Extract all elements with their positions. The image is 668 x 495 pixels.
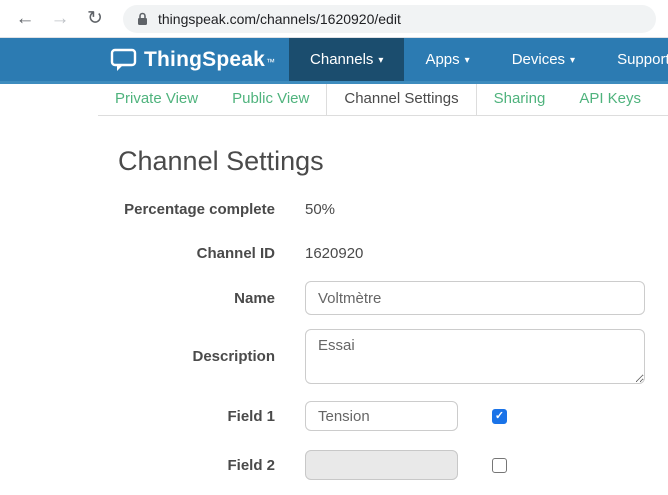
nav-item-label: Channels	[310, 51, 373, 68]
brand-name: ThingSpeak	[144, 48, 265, 72]
channel-tabs: Private View Public View Channel Setting…	[98, 84, 668, 116]
percentage-complete-label: Percentage complete	[0, 201, 275, 218]
name-input[interactable]	[305, 281, 645, 315]
back-icon[interactable]: ←	[12, 9, 38, 28]
percentage-complete-value: 50%	[305, 201, 335, 218]
speech-bubble-icon	[110, 47, 137, 73]
nav-item-channels[interactable]: Channels ▾	[289, 38, 404, 81]
nav-item-label: Support	[617, 51, 668, 68]
channel-settings-form: Percentage complete 50% Channel ID 16209…	[0, 201, 668, 480]
chevron-down-icon: ▾	[465, 55, 470, 66]
url-text: thingspeak.com/channels/1620920/edit	[158, 11, 401, 27]
thingspeak-navbar: ThingSpeak™ Channels ▾ Apps ▾ Devices ▾ …	[0, 38, 668, 84]
field1-input[interactable]	[305, 401, 458, 431]
percentage-complete-row: Percentage complete 50%	[0, 201, 668, 218]
chevron-down-icon: ▾	[570, 55, 575, 66]
tab-channel-settings[interactable]: Channel Settings	[326, 84, 476, 116]
channel-id-value: 1620920	[305, 245, 363, 262]
tab-data-import-export[interactable]: Data Import / Export	[658, 84, 668, 115]
page-title: Channel Settings	[118, 146, 668, 177]
browser-toolbar: ← → ↻ thingspeak.com/channels/1620920/ed…	[0, 0, 668, 38]
field2-input	[305, 450, 458, 480]
tab-public-view[interactable]: Public View	[215, 84, 326, 115]
nav-item-apps[interactable]: Apps ▾	[404, 38, 490, 81]
checkmark-icon: ✓	[495, 411, 504, 422]
trademark-symbol: ™	[266, 57, 275, 67]
lock-icon	[137, 12, 148, 26]
field1-enable-checkbox[interactable]: ✓	[492, 409, 507, 424]
field2-enable-checkbox[interactable]	[492, 458, 507, 473]
description-textarea[interactable]: Essai	[305, 329, 645, 384]
channel-id-row: Channel ID 1620920	[0, 245, 668, 262]
field1-label: Field 1	[0, 408, 275, 425]
thingspeak-logo[interactable]: ThingSpeak™	[110, 38, 275, 81]
nav-item-support[interactable]: Support ▾	[596, 38, 668, 81]
name-label: Name	[0, 290, 275, 307]
field2-row: Field 2	[0, 450, 668, 480]
field1-row: Field 1 ✓	[0, 401, 668, 431]
chevron-down-icon: ▾	[378, 55, 383, 66]
description-label: Description	[0, 348, 275, 365]
nav-item-devices[interactable]: Devices ▾	[491, 38, 596, 81]
channel-id-label: Channel ID	[0, 245, 275, 262]
field2-label: Field 2	[0, 457, 275, 474]
tab-private-view[interactable]: Private View	[98, 84, 215, 115]
refresh-icon[interactable]: ↻	[82, 9, 108, 28]
forward-icon[interactable]: →	[47, 9, 73, 28]
description-row: Description Essai	[0, 329, 668, 384]
name-row: Name	[0, 281, 668, 315]
tab-sharing[interactable]: Sharing	[477, 84, 563, 115]
address-bar[interactable]: thingspeak.com/channels/1620920/edit	[123, 5, 656, 33]
nav-item-label: Apps	[425, 51, 459, 68]
tab-api-keys[interactable]: API Keys	[562, 84, 658, 115]
nav-item-label: Devices	[512, 51, 565, 68]
